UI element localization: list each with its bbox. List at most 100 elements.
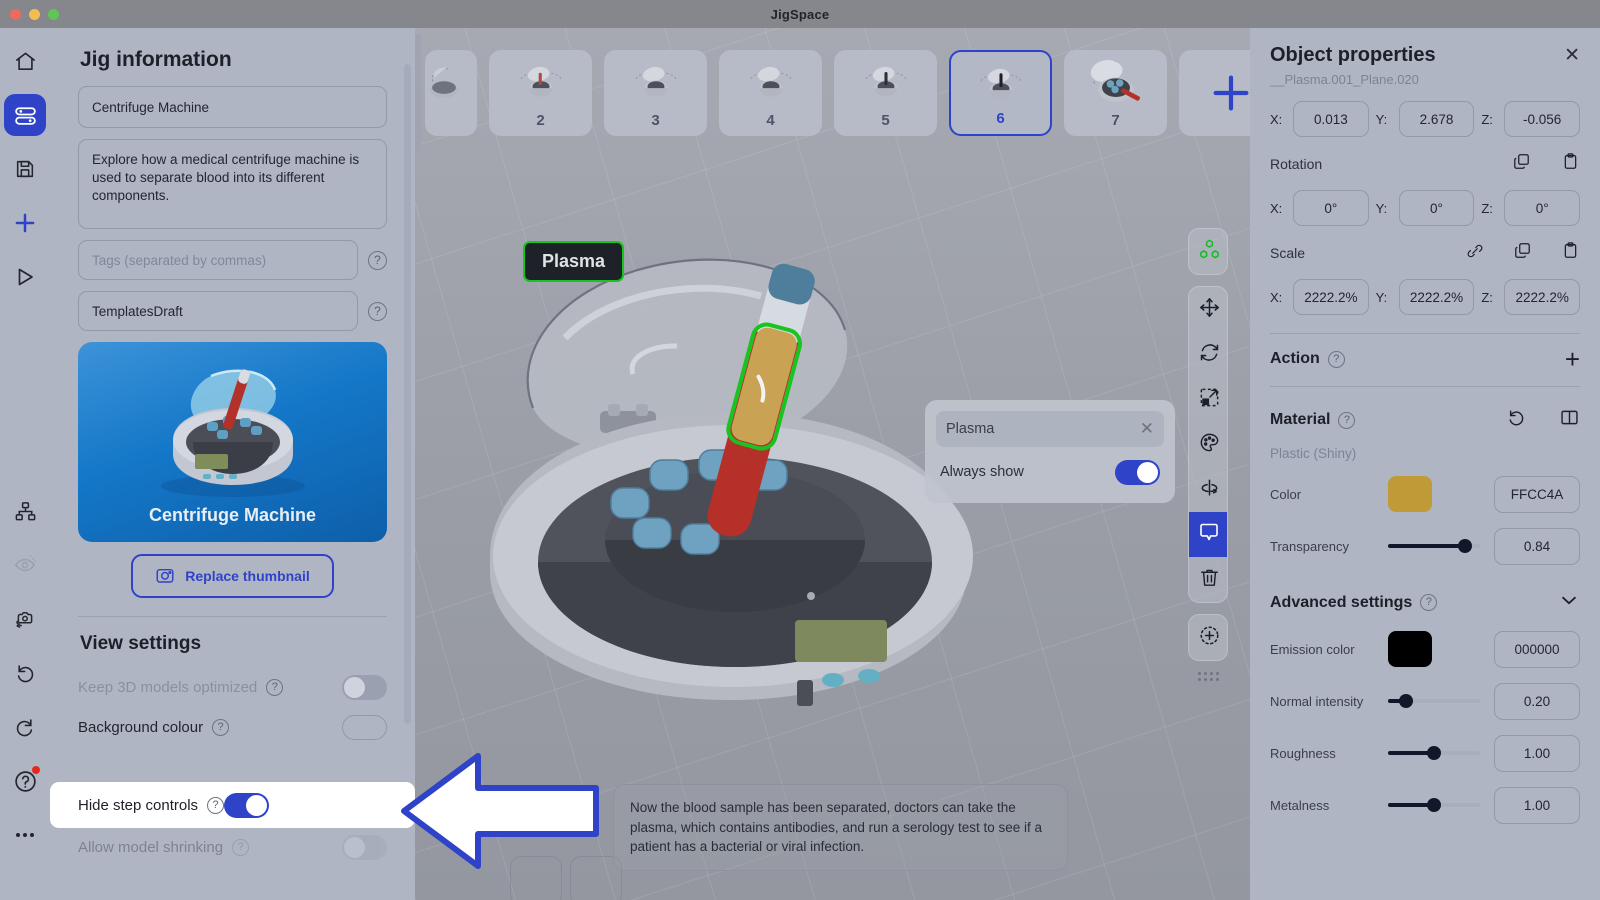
annotation-name-input-row[interactable]: Plasma ✕ bbox=[936, 411, 1164, 447]
jig-thumbnail[interactable]: Centrifuge Machine bbox=[78, 342, 387, 542]
step-card-3[interactable]: 3 bbox=[604, 50, 707, 136]
hide-step-controls-toggle[interactable] bbox=[224, 792, 270, 818]
step-card-partial[interactable] bbox=[425, 50, 477, 136]
model-label-plasma[interactable]: Plasma bbox=[523, 241, 625, 282]
minimize-window-button[interactable] bbox=[29, 9, 40, 20]
roughness-slider[interactable] bbox=[1388, 746, 1480, 761]
tool-scale-button[interactable] bbox=[1189, 377, 1227, 422]
jig-information-panel: Jig information Centrifuge Machine Explo… bbox=[50, 28, 415, 900]
paste-rotation-icon[interactable] bbox=[1561, 152, 1580, 176]
tool-add-pivot-button[interactable] bbox=[1189, 615, 1227, 660]
close-window-button[interactable] bbox=[10, 9, 21, 20]
tags-help-icon[interactable]: ? bbox=[368, 250, 387, 270]
step-card-4[interactable]: 4 bbox=[719, 50, 822, 136]
tags-input[interactable]: Tags (separated by commas) bbox=[78, 240, 358, 280]
setting-help-icon[interactable]: ? bbox=[212, 718, 230, 736]
add-action-button[interactable]: + bbox=[1565, 346, 1580, 372]
roughness-value[interactable]: 1.00 bbox=[1494, 734, 1580, 772]
steps-scroll-indicator[interactable] bbox=[415, 34, 421, 152]
setting-help-icon[interactable]: ? bbox=[266, 678, 284, 696]
close-icon[interactable]: ✕ bbox=[1140, 419, 1154, 439]
sidebar-item-hidden-objects[interactable] bbox=[4, 544, 46, 586]
position-x-input[interactable]: 0.013 bbox=[1293, 101, 1369, 137]
rotation-y-input[interactable]: 0° bbox=[1398, 190, 1475, 226]
emission-hex-input[interactable]: 000000 bbox=[1494, 630, 1580, 668]
step-thumbnail-strip[interactable]: 2 3 4 5 6 7 bbox=[415, 28, 1250, 158]
metalness-slider[interactable] bbox=[1388, 798, 1480, 813]
scale-x-input[interactable]: 2222.2% bbox=[1293, 279, 1369, 315]
sidebar-item-home[interactable] bbox=[4, 40, 46, 82]
setting-toggle[interactable] bbox=[342, 834, 387, 860]
collection-input[interactable]: TemplatesDraft bbox=[78, 291, 358, 331]
setting-help-icon[interactable]: ? bbox=[207, 796, 225, 814]
sidebar-item-more[interactable] bbox=[4, 814, 46, 856]
collection-help-icon[interactable]: ? bbox=[368, 301, 387, 321]
annotation-popup[interactable]: Plasma ✕ Always show bbox=[925, 400, 1175, 503]
step-card-5[interactable]: 5 bbox=[834, 50, 937, 136]
setting-help-icon[interactable]: ? bbox=[232, 838, 250, 856]
jig-description-input[interactable]: Explore how a medical centrifuge machine… bbox=[78, 139, 387, 229]
zoom-window-button[interactable] bbox=[48, 9, 59, 20]
position-y-input[interactable]: 2.678 bbox=[1398, 101, 1475, 137]
normal-intensity-slider[interactable] bbox=[1388, 694, 1480, 709]
sidebar-item-save[interactable] bbox=[4, 148, 46, 190]
action-help-icon[interactable]: ? bbox=[1327, 350, 1345, 368]
sidebar-item-preview[interactable] bbox=[4, 256, 46, 298]
scale-y-input[interactable]: 2222.2% bbox=[1398, 279, 1475, 315]
annotation-always-show-row[interactable]: Always show bbox=[936, 452, 1164, 492]
replace-thumbnail-button[interactable]: Replace thumbnail bbox=[131, 554, 334, 598]
setting-row-background-colour[interactable]: Background colour ? bbox=[78, 707, 387, 747]
sidebar-item-camera[interactable] bbox=[4, 598, 46, 640]
sidebar-item-add[interactable] bbox=[4, 202, 46, 244]
step-card-2[interactable]: 2 bbox=[489, 50, 592, 136]
color-swatch[interactable] bbox=[1388, 476, 1432, 513]
color-hex-input[interactable]: FFCC4A bbox=[1494, 475, 1580, 513]
material-library-icon[interactable] bbox=[1559, 407, 1580, 433]
left-panel-scrollbar[interactable] bbox=[404, 64, 411, 724]
always-show-toggle[interactable] bbox=[1115, 459, 1160, 485]
advanced-settings-header[interactable]: Advanced settings ? bbox=[1270, 589, 1580, 616]
scale-z-input[interactable]: 2222.2% bbox=[1504, 279, 1581, 315]
step-caption[interactable]: Now the blood sample has been separated,… bbox=[613, 784, 1068, 871]
reset-material-icon[interactable] bbox=[1506, 407, 1527, 433]
setting-row-partial[interactable]: Allow model shrinking ? bbox=[78, 827, 387, 867]
rotation-z-input[interactable]: 0° bbox=[1504, 190, 1581, 226]
transparency-value[interactable]: 0.84 bbox=[1494, 527, 1580, 565]
background-colour-swatch[interactable] bbox=[342, 714, 387, 740]
tool-delete-button[interactable] bbox=[1189, 557, 1227, 602]
tool-rotate-button[interactable] bbox=[1189, 332, 1227, 377]
sidebar-item-redo[interactable] bbox=[4, 706, 46, 748]
tool-material-button[interactable] bbox=[1189, 422, 1227, 467]
position-z-input[interactable]: -0.056 bbox=[1504, 101, 1581, 137]
sidebar-item-undo[interactable] bbox=[4, 652, 46, 694]
add-step-button[interactable] bbox=[1179, 50, 1250, 136]
sidebar-item-help[interactable] bbox=[4, 760, 46, 802]
metalness-value[interactable]: 1.00 bbox=[1494, 786, 1580, 824]
paste-scale-icon[interactable] bbox=[1561, 241, 1580, 265]
step-card-6[interactable]: 6 bbox=[949, 50, 1052, 136]
emission-color-swatch[interactable] bbox=[1388, 631, 1432, 668]
setting-row-hide-step-controls[interactable]: Hide step controls ? bbox=[50, 782, 415, 828]
sidebar-item-jig-information[interactable] bbox=[4, 94, 46, 136]
jig-title-input[interactable]: Centrifuge Machine bbox=[78, 86, 387, 128]
sidebar-item-hierarchy[interactable] bbox=[4, 490, 46, 532]
chevron-down-icon[interactable] bbox=[1558, 589, 1580, 616]
copy-rotation-icon[interactable] bbox=[1512, 152, 1531, 176]
close-panel-button[interactable]: ✕ bbox=[1564, 44, 1580, 67]
tool-strip-drag-handle[interactable] bbox=[1195, 672, 1221, 682]
step-card-7[interactable]: 7 bbox=[1064, 50, 1167, 136]
panel-divider bbox=[78, 616, 387, 617]
link-scale-icon[interactable] bbox=[1466, 242, 1484, 265]
tool-annotation-button[interactable] bbox=[1189, 512, 1227, 557]
advanced-help-icon[interactable]: ? bbox=[1420, 594, 1438, 612]
tool-flip-button[interactable] bbox=[1189, 467, 1227, 512]
tool-group-objects-button[interactable] bbox=[1189, 229, 1227, 274]
setting-row-keep-3d-models-optimized[interactable]: Keep 3D models optimized ? bbox=[78, 667, 387, 707]
material-help-icon[interactable]: ? bbox=[1338, 411, 1356, 429]
transparency-slider[interactable] bbox=[1388, 539, 1480, 554]
tool-move-button[interactable] bbox=[1189, 287, 1227, 332]
rotation-x-input[interactable]: 0° bbox=[1293, 190, 1369, 226]
setting-toggle[interactable] bbox=[342, 674, 387, 700]
copy-scale-icon[interactable] bbox=[1513, 241, 1532, 265]
normal-intensity-value[interactable]: 0.20 bbox=[1494, 682, 1580, 720]
